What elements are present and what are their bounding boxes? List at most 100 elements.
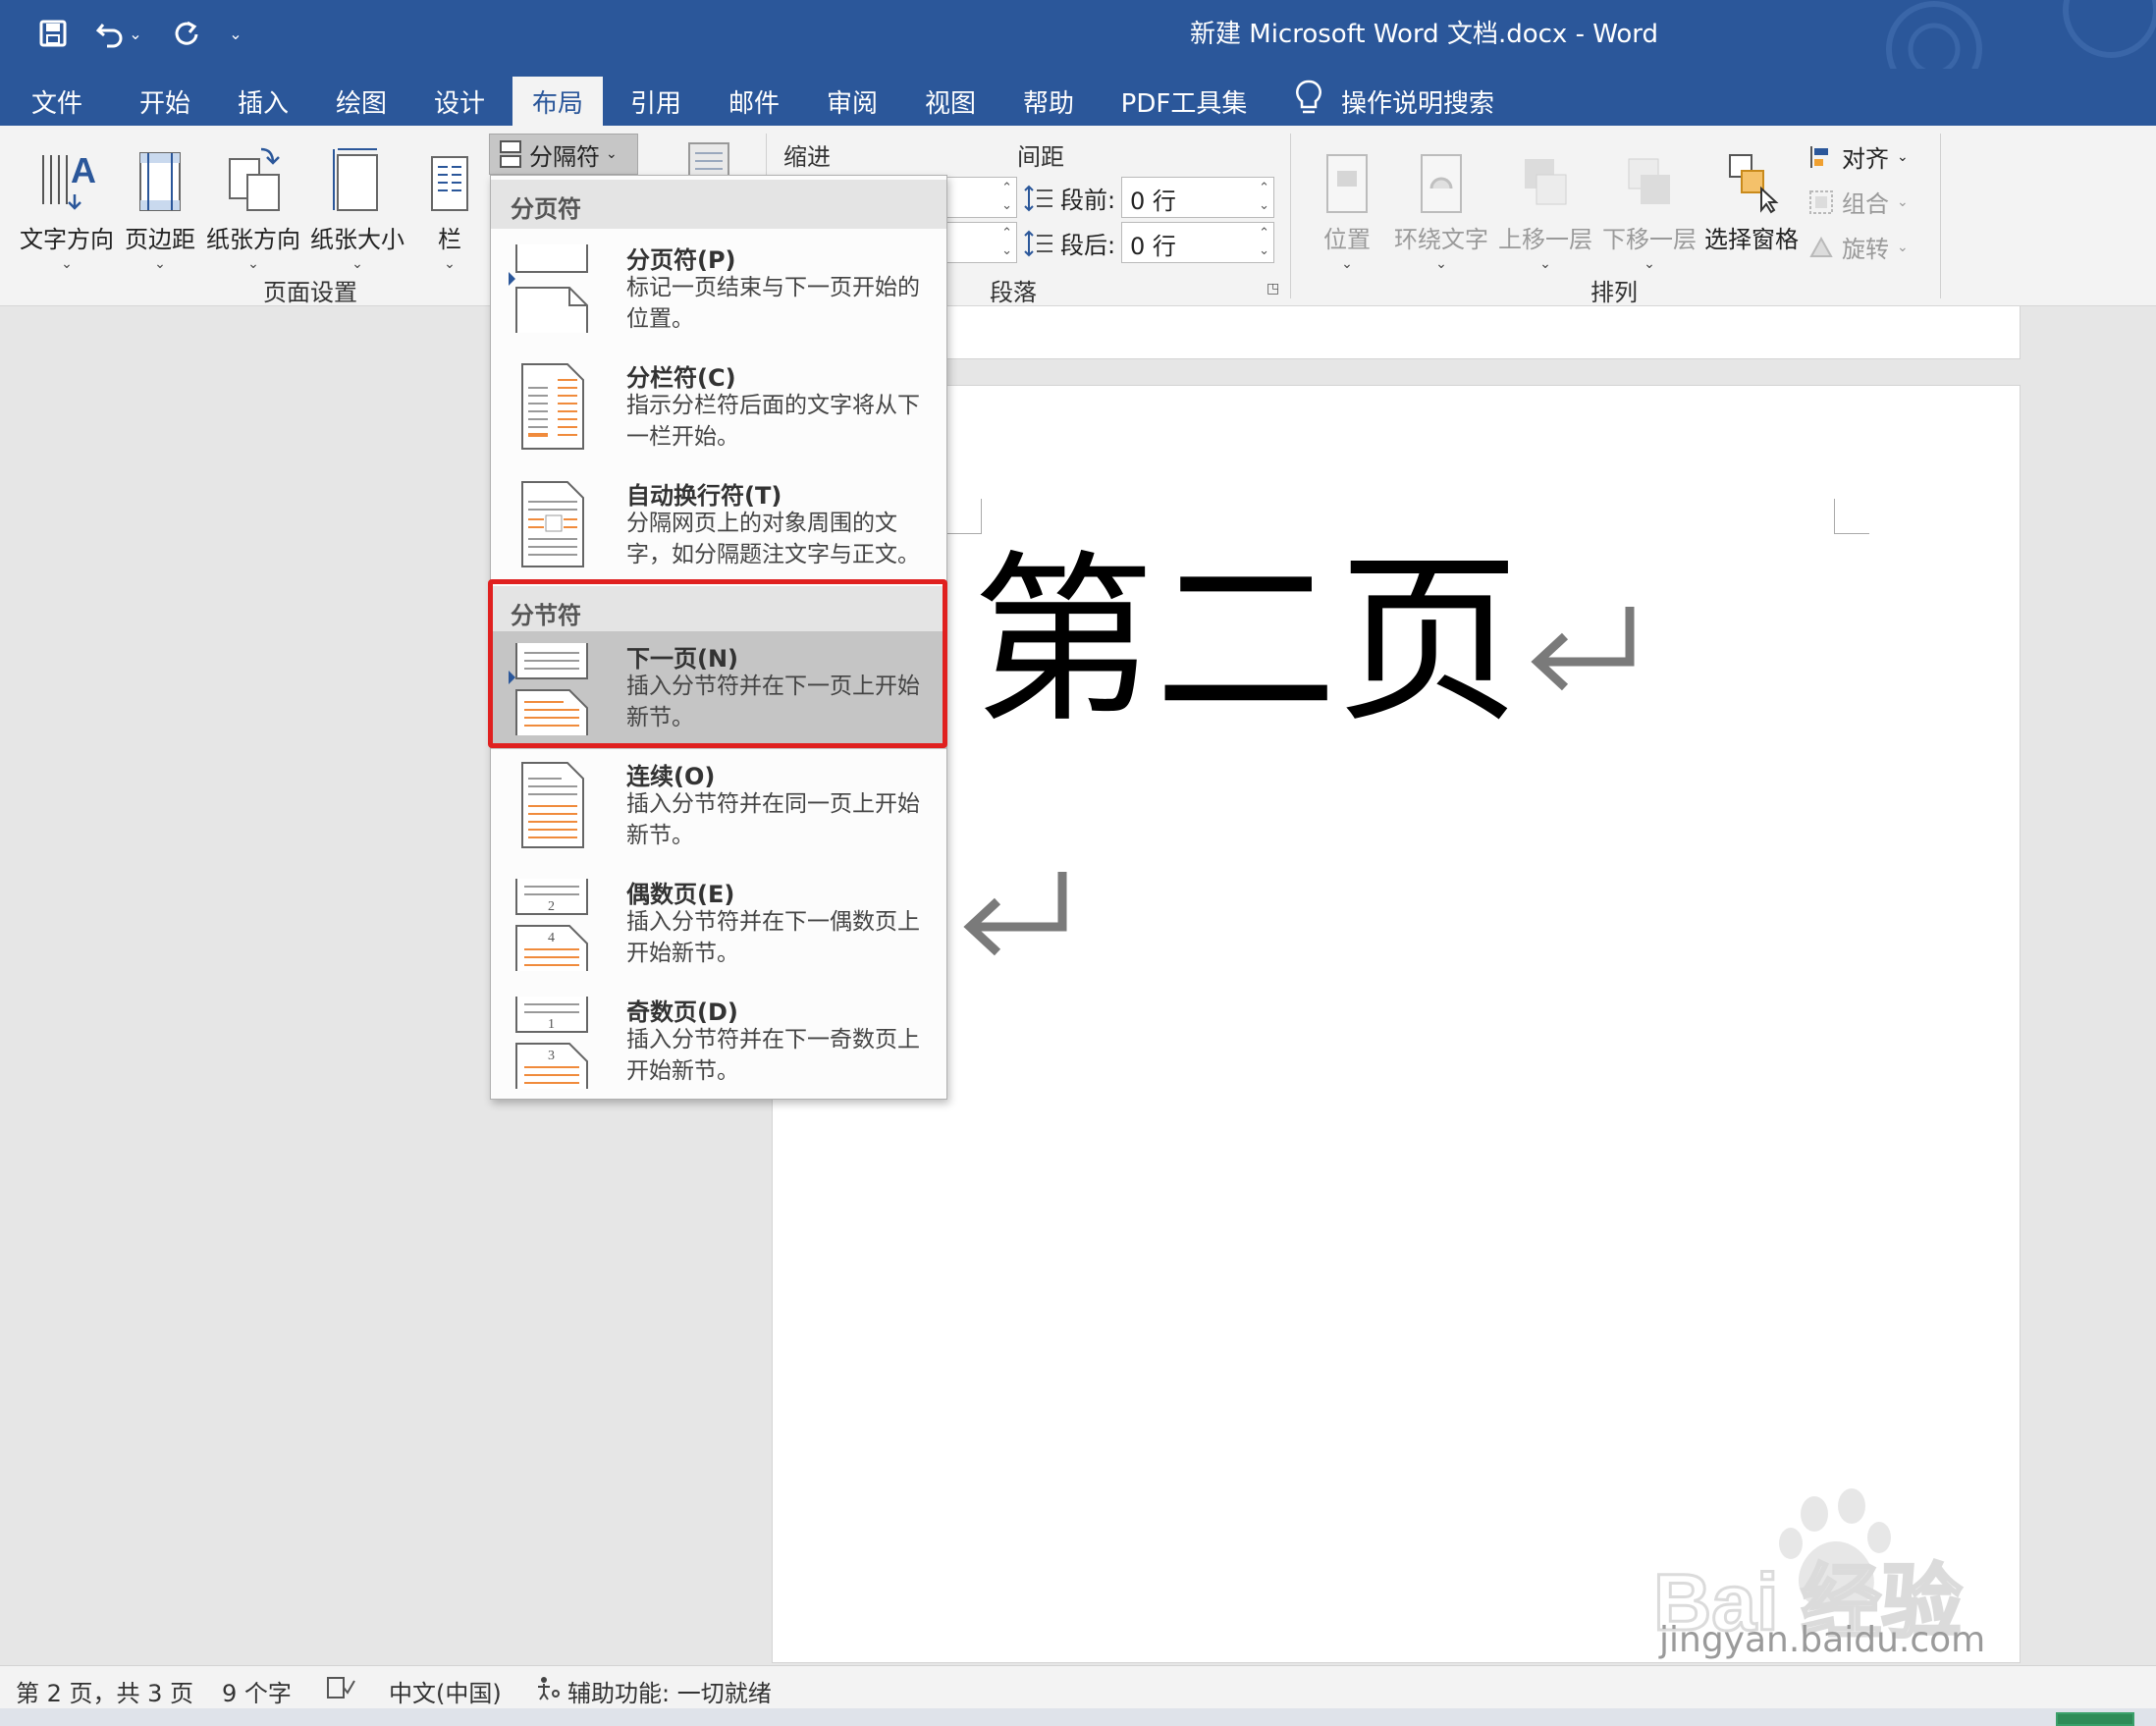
menu-item-even-page[interactable]: 24 偶数页(E) 插入分节符并在下一偶数页上开始新节。: [491, 867, 946, 985]
margin-corner-mark: [1834, 499, 1869, 534]
proofing-icon[interactable]: [326, 1676, 355, 1699]
accessibility-status[interactable]: 辅助功能: 一切就绪: [567, 1674, 772, 1708]
tab-view[interactable]: 视图: [913, 77, 988, 126]
align-button[interactable]: 对齐 ⌄: [1808, 139, 1909, 174]
group-button[interactable]: 组合 ⌄: [1808, 185, 1909, 219]
space-before-value: 0 行: [1130, 188, 1176, 215]
menu-item-title: 分页符(P): [626, 246, 736, 274]
margins-button[interactable]: 页边距 ⌄: [122, 135, 198, 272]
selection-pane-button[interactable]: 选择窗格: [1700, 135, 1803, 254]
align-icon: [1810, 145, 1828, 168]
bring-forward-label: 上移一层: [1498, 226, 1592, 253]
send-backward-icon: [1625, 135, 1674, 214]
chevron-down-icon: ⌄: [247, 256, 259, 272]
chevron-down-icon: ⌄: [606, 146, 618, 162]
space-after-field[interactable]: 0 行 ⌃ ⌄: [1121, 222, 1274, 263]
spinner-arrows-icon[interactable]: ⌃ ⌄: [1259, 180, 1269, 215]
undo-icon[interactable]: [90, 14, 130, 53]
tab-home[interactable]: 开始: [128, 77, 202, 126]
text-direction-button[interactable]: A 文字方向 ⌄: [18, 135, 116, 272]
orientation-button[interactable]: 纸张方向 ⌄: [202, 135, 304, 272]
tab-pdf-tools[interactable]: PDF工具集: [1115, 77, 1253, 126]
space-before-icon: [1024, 185, 1052, 212]
chevron-down-icon: ⌄: [154, 256, 166, 272]
document-heading[interactable]: 第二页: [972, 550, 1520, 732]
save-icon[interactable]: [33, 14, 73, 53]
text-wrapping-break-icon: [521, 481, 584, 567]
document-title: 新建 Microsoft Word 文档.docx - Word: [1190, 20, 1659, 49]
tab-mailings[interactable]: 邮件: [717, 77, 791, 126]
tab-insert[interactable]: 插入: [226, 77, 300, 126]
paragraph-group-label: 段落: [990, 279, 1037, 306]
word-count-status[interactable]: 9 个字: [222, 1674, 292, 1708]
language-status[interactable]: 中文(中国): [389, 1674, 502, 1708]
selection-pane-label: 选择窗格: [1704, 226, 1799, 253]
chevron-down-icon: ⌄: [351, 256, 363, 272]
taskbar-app-indicator[interactable]: [2056, 1712, 2134, 1726]
columns-button[interactable]: 栏 ⌄: [422, 135, 477, 272]
menu-item-column-break[interactable]: 分栏符(C) 指示分栏符后面的文字将从下一栏开始。: [491, 351, 946, 468]
menu-item-odd-page[interactable]: 13 奇数页(D) 插入分节符并在下一奇数页上开始新节。: [491, 985, 946, 1103]
margins-label: 页边距: [125, 226, 195, 253]
tell-me-search[interactable]: 操作说明搜索: [1341, 77, 1498, 126]
menu-item-text-wrapping-break[interactable]: 自动换行符(T) 分隔网页上的对象周围的文字，如分隔题注文字与正文。: [491, 468, 946, 586]
size-button[interactable]: 纸张大小 ⌄: [306, 135, 408, 272]
menu-item-continuous[interactable]: 连续(O) 插入分节符并在同一页上开始新节。: [491, 749, 946, 867]
arrange-group-label: 排列: [1590, 279, 1638, 306]
rotate-button[interactable]: 旋转 ⌄: [1808, 230, 1909, 264]
accessibility-icon[interactable]: [534, 1674, 564, 1701]
wrap-text-button[interactable]: 环绕文字 ⌄: [1390, 135, 1492, 272]
align-label: 对齐: [1842, 145, 1889, 173]
breaks-button[interactable]: 分隔符 ⌄: [489, 134, 638, 175]
send-backward-button[interactable]: 下移一层 ⌄: [1598, 135, 1700, 272]
text-direction-icon: A: [35, 135, 98, 214]
chevron-down-icon: ⌄: [1644, 256, 1655, 272]
space-before-label: 段前:: [1060, 187, 1116, 214]
title-bar: ⌄ ⌄ 新建 Microsoft Word 文档.docx - Word: [0, 0, 2156, 97]
tab-layout[interactable]: 布局: [512, 77, 603, 126]
position-icon: [1325, 135, 1369, 214]
taskbar-strip: [0, 1708, 2156, 1726]
chevron-down-icon: ⌄: [1539, 256, 1551, 272]
tab-design[interactable]: 设计: [422, 77, 497, 126]
page-count-status[interactable]: 第 2 页，共 3 页: [16, 1674, 193, 1708]
menu-item-title: 连续(O): [626, 763, 716, 790]
menu-item-desc: 分隔网页上的对象周围的文字，如分隔题注文字与正文。: [626, 511, 920, 567]
tab-help[interactable]: 帮助: [1011, 77, 1086, 126]
space-after-label: 段后:: [1060, 232, 1116, 259]
chevron-down-icon: ⌄: [1341, 256, 1353, 272]
highlight-annotation-box: [488, 579, 947, 748]
orientation-icon: [224, 135, 283, 214]
menu-item-title: 偶数页(E): [626, 881, 735, 908]
dialog-launcher-icon[interactable]: ◳: [1267, 281, 1279, 297]
space-before-field[interactable]: 0 行 ⌃ ⌄: [1121, 177, 1274, 218]
odd-page-section-icon: 13: [515, 997, 588, 1089]
svg-text:A: A: [71, 150, 96, 190]
menu-item-title: 奇数页(D): [626, 998, 738, 1026]
redo-icon[interactable]: [167, 14, 206, 53]
tab-review[interactable]: 审阅: [815, 77, 889, 126]
previous-page-bottom: [944, 306, 2021, 359]
columns-icon: [430, 135, 469, 214]
bring-forward-button[interactable]: 上移一层 ⌄: [1494, 135, 1596, 272]
customize-qat-icon[interactable]: ⌄: [224, 14, 247, 53]
columns-label: 栏: [438, 226, 461, 253]
position-button[interactable]: 位置 ⌄: [1316, 135, 1378, 272]
menu-item-page-break[interactable]: 分页符(P) 标记一页结束与下一页开始的位置。: [491, 233, 946, 351]
spinner-arrows-icon[interactable]: ⌃ ⌄: [1001, 180, 1012, 215]
tab-file[interactable]: 文件: [20, 77, 94, 126]
spinner-arrows-icon[interactable]: ⌃ ⌄: [1001, 225, 1012, 260]
spinner-arrows-icon[interactable]: ⌃ ⌄: [1259, 225, 1269, 260]
tab-references[interactable]: 引用: [619, 77, 693, 126]
menu-item-title: 分栏符(C): [626, 364, 736, 392]
undo-dropdown-icon[interactable]: ⌄: [126, 14, 145, 53]
chevron-down-icon: ⌄: [1897, 148, 1909, 165]
group-divider: [1940, 134, 1941, 298]
tab-draw[interactable]: 绘图: [324, 77, 399, 126]
lightbulb-icon: [1296, 80, 1321, 114]
bring-forward-icon: [1521, 135, 1570, 214]
wrap-text-icon: [1420, 135, 1463, 214]
menu-item-desc: 指示分栏符后面的文字将从下一栏开始。: [626, 393, 920, 450]
margins-icon: [136, 135, 184, 214]
orientation-label: 纸张方向: [206, 226, 300, 253]
